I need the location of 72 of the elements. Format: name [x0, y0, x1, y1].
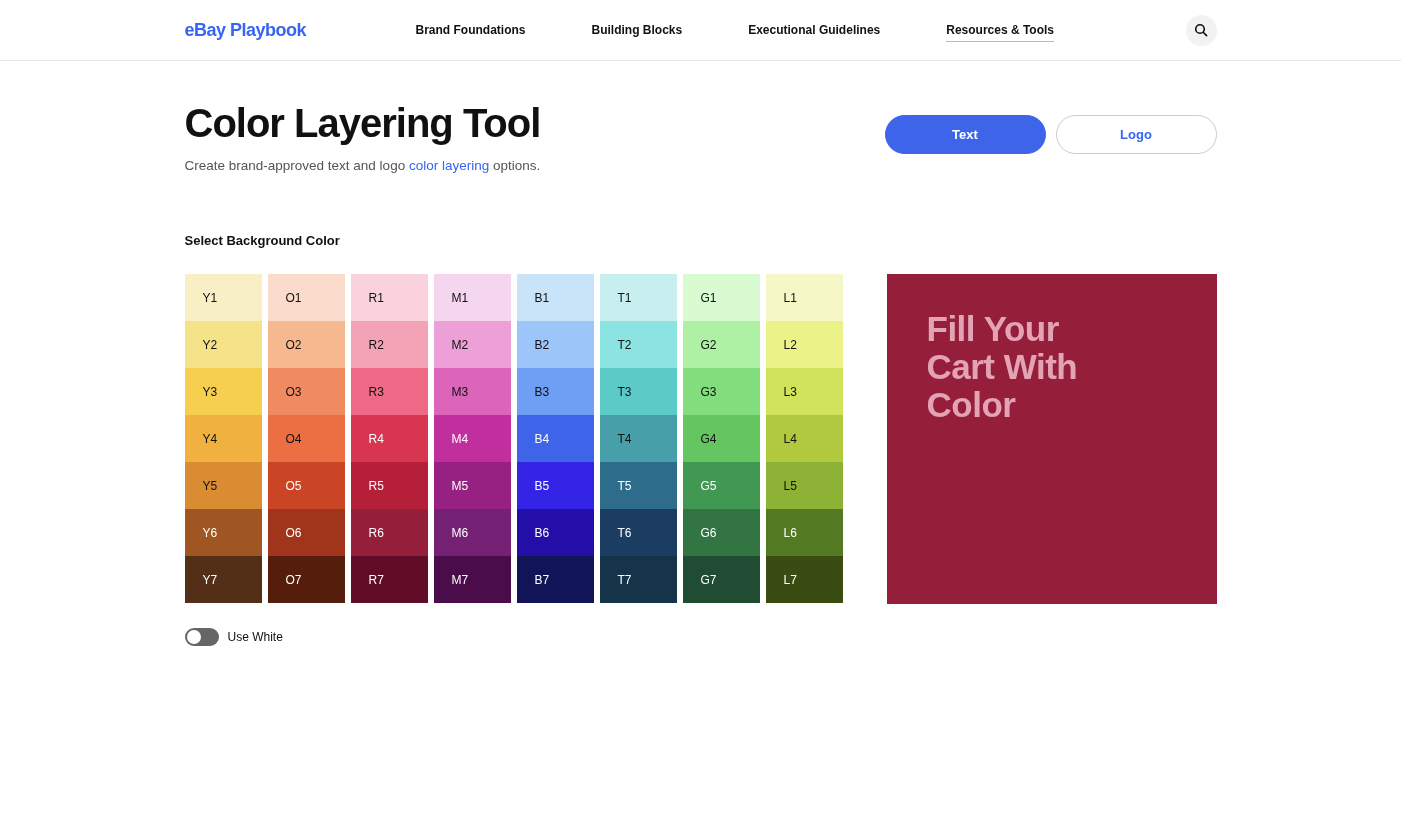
section-heading: Select Background Color	[184, 233, 341, 248]
color-swatch[interactable]: M4	[433, 415, 511, 462]
color-swatch[interactable]: Y4	[184, 415, 262, 462]
color-swatch[interactable]: G6	[682, 509, 760, 556]
color-swatch[interactable]: Y7	[184, 556, 262, 603]
color-swatch[interactable]: T5	[599, 462, 677, 509]
color-swatch[interactable]: T6	[599, 509, 677, 556]
color-swatch[interactable]: M2	[433, 321, 511, 368]
color-swatch[interactable]: Y5	[184, 462, 262, 509]
color-swatch[interactable]: T7	[599, 556, 677, 603]
color-swatch[interactable]: O3	[267, 368, 345, 415]
color-swatch[interactable]: M3	[433, 368, 511, 415]
color-swatch[interactable]: M6	[433, 509, 511, 556]
preview-headline: Fill Your Cart With Color	[926, 310, 1079, 424]
color-swatch[interactable]: T4	[599, 415, 677, 462]
color-swatch[interactable]: R1	[350, 274, 428, 321]
search-icon	[1194, 23, 1208, 37]
color-swatch[interactable]: R3	[350, 368, 428, 415]
color-swatch[interactable]: Y2	[184, 321, 262, 368]
color-swatch[interactable]: L2	[765, 321, 843, 368]
nav-link[interactable]: Resources & Tools	[946, 18, 1055, 42]
color-swatch[interactable]: B6	[516, 509, 594, 556]
color-swatch[interactable]: L1	[765, 274, 843, 321]
color-swatch[interactable]: T3	[599, 368, 677, 415]
nav-link[interactable]: Brand Foundations	[415, 18, 526, 42]
logo-link[interactable]: eBay Playbook	[184, 19, 416, 41]
color-swatch[interactable]: R4	[350, 415, 428, 462]
toggle-label: Use White	[227, 630, 283, 644]
color-swatch[interactable]: L6	[765, 509, 843, 556]
color-swatch[interactable]: R6	[350, 509, 428, 556]
color-swatch[interactable]: G7	[682, 556, 760, 603]
nav-link[interactable]: Building Blocks	[591, 18, 683, 42]
color-swatch[interactable]: L5	[765, 462, 843, 509]
mode-toggle-button[interactable]: Text	[884, 115, 1046, 154]
color-swatch[interactable]: B4	[516, 415, 594, 462]
color-swatch[interactable]: O4	[267, 415, 345, 462]
color-swatch[interactable]: B2	[516, 321, 594, 368]
page-title: Color Layering Tool	[184, 101, 541, 146]
color-swatch[interactable]: M7	[433, 556, 511, 603]
color-swatch[interactable]: R7	[350, 556, 428, 603]
color-swatch[interactable]: Y3	[184, 368, 262, 415]
color-swatch[interactable]: B5	[516, 462, 594, 509]
color-swatch[interactable]: R2	[350, 321, 428, 368]
color-swatch[interactable]: O7	[267, 556, 345, 603]
color-swatch[interactable]: R5	[350, 462, 428, 509]
color-swatch[interactable]: O2	[267, 321, 345, 368]
search-button[interactable]	[1185, 14, 1217, 46]
color-swatch[interactable]: L7	[765, 556, 843, 603]
nav-link[interactable]: Executional Guidelines	[748, 18, 881, 42]
color-layering-link[interactable]: color layering	[408, 158, 490, 173]
color-swatch[interactable]: Y6	[184, 509, 262, 556]
color-swatch[interactable]: L3	[765, 368, 843, 415]
color-swatch[interactable]: G2	[682, 321, 760, 368]
color-swatch[interactable]: B3	[516, 368, 594, 415]
color-swatch[interactable]: M1	[433, 274, 511, 321]
color-swatch[interactable]: B1	[516, 274, 594, 321]
color-swatch[interactable]: G5	[682, 462, 760, 509]
color-swatch[interactable]: Y1	[184, 274, 262, 321]
color-swatch[interactable]: G4	[682, 415, 760, 462]
color-swatch[interactable]: O1	[267, 274, 345, 321]
color-swatch[interactable]: G1	[682, 274, 760, 321]
color-swatch[interactable]: T1	[599, 274, 677, 321]
color-swatch[interactable]: G3	[682, 368, 760, 415]
page-subtitle: Create brand-approved text and logo color layering options.	[184, 158, 541, 173]
color-swatch[interactable]: T2	[599, 321, 677, 368]
color-swatch[interactable]: M5	[433, 462, 511, 509]
toggle-switch[interactable]	[184, 628, 219, 646]
color-swatch[interactable]: B7	[516, 556, 594, 603]
color-swatch[interactable]: O5	[267, 462, 345, 509]
color-swatch[interactable]: O6	[267, 509, 345, 556]
mode-toggle-button[interactable]: Logo	[1055, 115, 1217, 154]
color-swatch[interactable]: L4	[765, 415, 843, 462]
